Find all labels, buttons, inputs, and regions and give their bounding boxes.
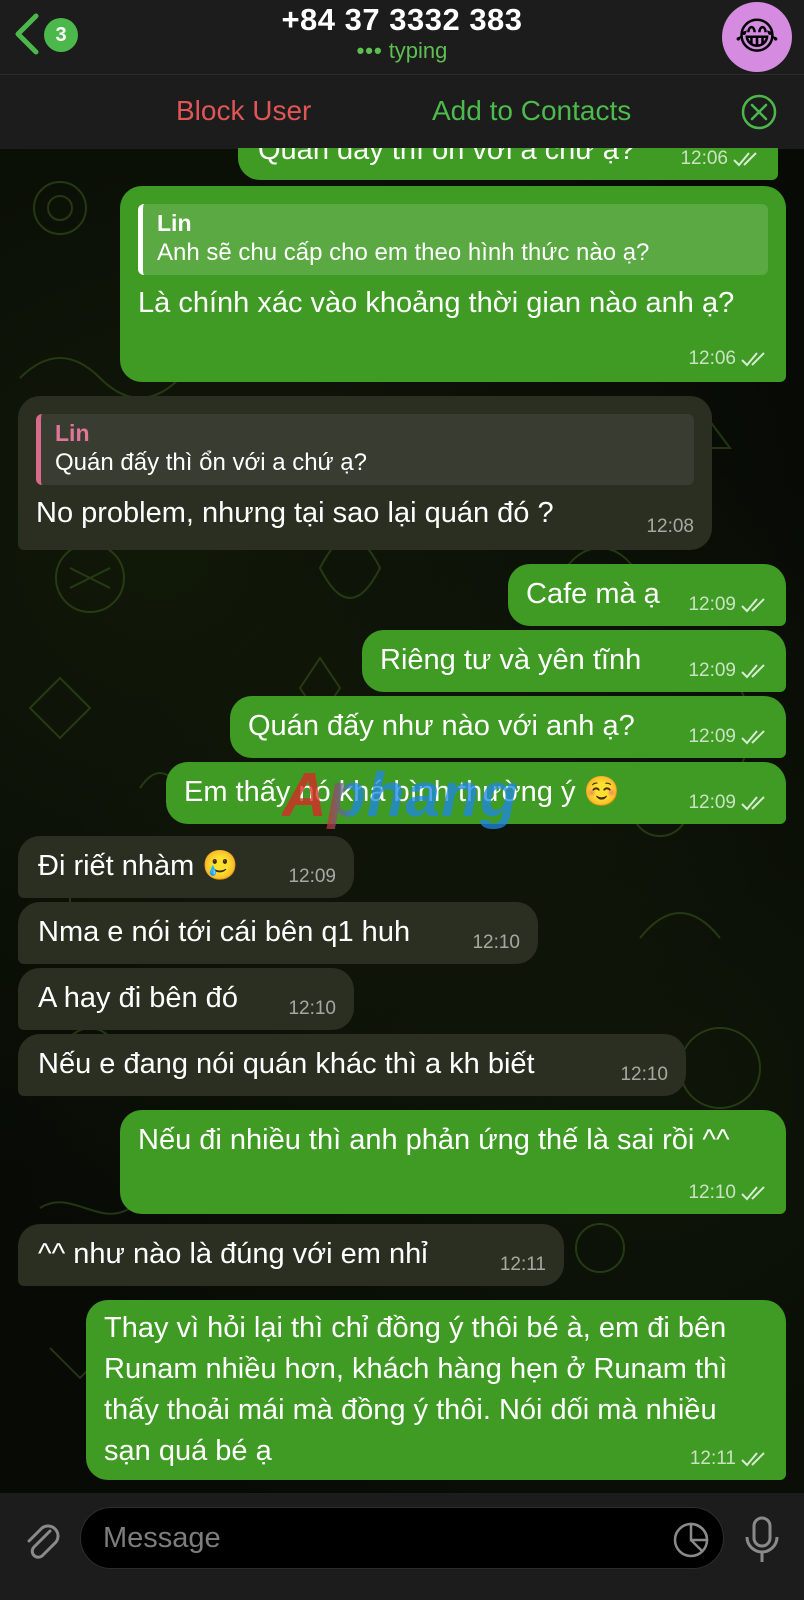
message-text: Nếu e đang nói quán khác thì a kh biết: [38, 1048, 535, 1080]
message-bubble-incoming[interactable]: Nma e nói tới cái bên q1 huh 12:10: [18, 902, 538, 964]
avatar-emoji: 😂: [734, 16, 780, 58]
message-time: 12:11: [690, 1448, 768, 1470]
read-ticks-icon: [741, 664, 765, 679]
reply-quote[interactable]: Lin Quán đấy thì ổn với a chứ ạ?: [36, 414, 694, 485]
message-bubble-incoming[interactable]: ^^ như nào là đúng với em nhỉ 12:11: [18, 1224, 564, 1286]
read-ticks-icon: [741, 1452, 765, 1467]
message-text: Nma e nói tới cái bên q1 huh: [38, 916, 411, 948]
message-bubble-outgoing[interactable]: Cafe mà ạ 12:09: [508, 564, 786, 626]
watermark: Aphang: [282, 761, 519, 830]
message-text: Thay vì hỏi lại thì chỉ đồng ý thôi bé à…: [104, 1312, 728, 1467]
message-input[interactable]: [80, 1507, 724, 1569]
message-bubble-incoming[interactable]: Đi riết nhàm 🥲 12:09: [18, 836, 354, 898]
message-time: 12:10: [288, 998, 336, 1019]
message-bubble-outgoing[interactable]: Riêng tư và yên tĩnh 12:09: [362, 630, 786, 692]
message-bubble-incoming[interactable]: Nếu e đang nói quán khác thì a kh biết 1…: [18, 1034, 686, 1096]
sticker-icon[interactable]: [672, 1521, 710, 1559]
read-ticks-icon: [741, 1186, 765, 1201]
message-bubble-outgoing[interactable]: Nếu đi nhiều thì anh phản ứng thế là sai…: [120, 1110, 786, 1214]
chat-header: 3 +84 37 3332 383 ••• typing 😂: [0, 0, 804, 74]
read-ticks-icon: [733, 152, 757, 167]
message-time: 12:09: [688, 594, 768, 616]
reply-text: Anh sẽ chu cấp cho em theo hình thức nào…: [157, 239, 650, 266]
block-user-button[interactable]: Block User: [176, 95, 311, 127]
message-composer: [0, 1493, 804, 1600]
contact-title[interactable]: +84 37 3332 383: [0, 2, 804, 38]
read-ticks-icon: [741, 730, 765, 745]
read-ticks-icon: [741, 598, 765, 613]
message-time: 12:09: [688, 792, 768, 814]
message-time: 12:06: [680, 148, 760, 170]
add-to-contacts-button[interactable]: Add to Contacts: [432, 95, 631, 127]
reply-sender-name: Lin: [157, 210, 192, 236]
message-text: ^^ như nào là đúng với em nhỉ: [38, 1238, 428, 1270]
message-bubble-outgoing[interactable]: Lin Anh sẽ chu cấp cho em theo hình thức…: [120, 186, 786, 382]
reply-text: Quán đấy thì ổn với a chứ ạ?: [55, 449, 367, 476]
reply-quote[interactable]: Lin Anh sẽ chu cấp cho em theo hình thức…: [138, 204, 768, 275]
reply-sender-name: Lin: [55, 420, 90, 446]
attach-icon[interactable]: [20, 1519, 64, 1563]
typing-dots-icon: •••: [356, 38, 383, 63]
message-time: 12:09: [688, 660, 768, 682]
read-ticks-icon: [741, 796, 765, 811]
message-bubble-outgoing[interactable]: Quán đấy như nào với anh ạ? 12:09: [230, 696, 786, 758]
message-bubble-incoming[interactable]: Lin Quán đấy thì ổn với a chứ ạ? No prob…: [18, 396, 712, 550]
message-time: 12:10: [688, 1182, 768, 1204]
message-text: Là chính xác vào khoảng thời gian nào an…: [138, 287, 735, 319]
message-text: No problem, nhưng tại sao lại quán đó ?: [36, 497, 554, 529]
avatar[interactable]: 😂: [722, 2, 792, 72]
contact-action-bar: Block User Add to Contacts: [0, 74, 804, 149]
message-time: 12:10: [620, 1064, 668, 1085]
microphone-icon[interactable]: [742, 1515, 782, 1565]
message-time: 12:10: [472, 932, 520, 953]
close-icon[interactable]: [740, 93, 778, 131]
message-bubble-incoming[interactable]: A hay đi bên đó 12:10: [18, 968, 354, 1030]
read-ticks-icon: [741, 352, 765, 367]
message-time: 12:06: [688, 348, 768, 370]
message-time: 12:09: [688, 726, 768, 748]
message-time: 12:08: [646, 516, 694, 537]
status-text: typing: [388, 38, 448, 63]
message-time: 12:11: [499, 1254, 546, 1275]
message-text: Nếu đi nhiều thì anh phản ứng thế là sai…: [138, 1124, 730, 1156]
typing-status: ••• typing: [0, 38, 804, 64]
message-bubble-outgoing[interactable]: Thay vì hỏi lại thì chỉ đồng ý thôi bé à…: [86, 1300, 786, 1480]
message-time: 12:09: [288, 866, 336, 887]
